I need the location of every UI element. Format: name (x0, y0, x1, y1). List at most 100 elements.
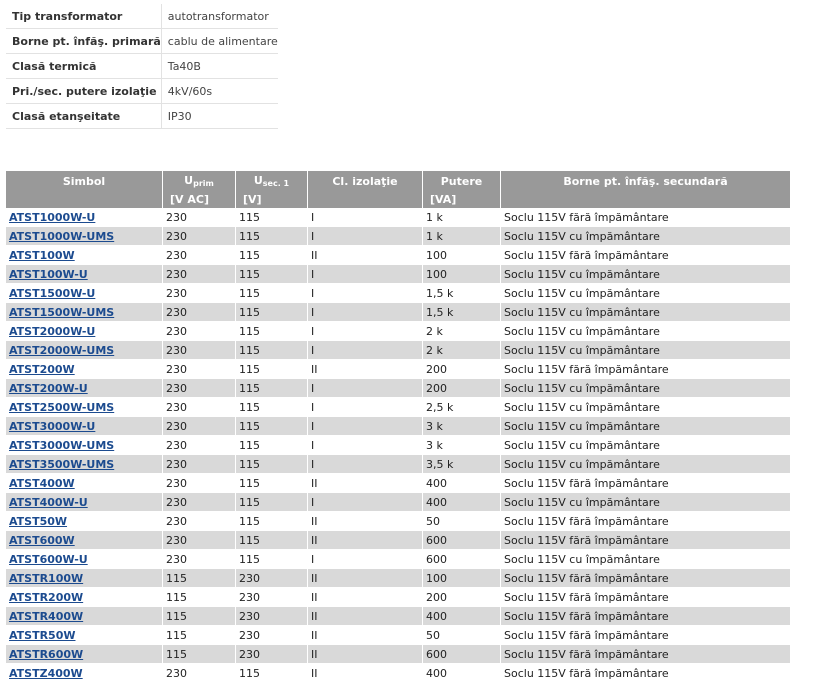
table-row: ATSTR200W 115 230 II 200 Soclu 115V fără împă… (6, 588, 790, 607)
cell-terminals: Soclu 115V fără împământare (501, 474, 790, 493)
cell-insulation: I (308, 455, 423, 474)
cell-power: 1 k (423, 208, 501, 227)
cell-symbol: ATSTZ400W (6, 664, 163, 683)
header-u-prim[interactable]: Uprim (163, 171, 236, 191)
table-row: ATST200W-U 230 115 I 200 Soclu 115V cu împămâ… (6, 379, 790, 398)
cell-symbol: ATST3500W-UMS (6, 455, 163, 474)
cell-insulation: II (308, 474, 423, 493)
cell-insulation: I (308, 284, 423, 303)
spec-row: Tip transformator autotransformator (6, 4, 278, 29)
product-link[interactable]: ATST2000W-UMS (9, 344, 114, 357)
cell-u-prim: 230 (163, 265, 236, 284)
cell-power: 3,5 k (423, 455, 501, 474)
cell-terminals: Soclu 115V cu împământare (501, 493, 790, 512)
table-row: ATST3000W-U 230 115 I 3 k Soclu 115V cu împăm… (6, 417, 790, 436)
spec-label: Tip transformator (6, 4, 162, 29)
header-terminals[interactable]: Borne pt. înfăş. secundară (501, 171, 790, 191)
cell-u-sec: 115 (236, 227, 308, 246)
cell-insulation: I (308, 398, 423, 417)
cell-terminals: Soclu 115V cu împământare (501, 303, 790, 322)
product-link[interactable]: ATSTR400W (9, 610, 83, 623)
cell-u-sec: 115 (236, 360, 308, 379)
cell-symbol: ATSTR100W (6, 569, 163, 588)
cell-power: 50 (423, 512, 501, 531)
product-link[interactable]: ATST400W (9, 477, 75, 490)
unit-power: [VA] (423, 191, 501, 208)
product-link[interactable]: ATSTR50W (9, 629, 76, 642)
product-link[interactable]: ATST1500W-U (9, 287, 95, 300)
product-link[interactable]: ATST1000W-UMS (9, 230, 114, 243)
units-row: [V AC] [V] [VA] (6, 191, 790, 208)
cell-u-sec: 115 (236, 284, 308, 303)
cell-power: 1,5 k (423, 303, 501, 322)
cell-insulation: I (308, 436, 423, 455)
cell-u-sec: 115 (236, 664, 308, 683)
product-link[interactable]: ATST1000W-U (9, 211, 95, 224)
product-link[interactable]: ATST400W-U (9, 496, 88, 509)
product-link[interactable]: ATST1500W-UMS (9, 306, 114, 319)
header-insulation[interactable]: Cl. izolaţie (308, 171, 423, 191)
cell-u-prim: 230 (163, 284, 236, 303)
cell-u-prim: 115 (163, 645, 236, 664)
cell-terminals: Soclu 115V fără împământare (501, 531, 790, 550)
product-link[interactable]: ATST2000W-U (9, 325, 95, 338)
table-row: ATST2000W-U 230 115 I 2 k Soclu 115V cu împăm… (6, 322, 790, 341)
product-link[interactable]: ATST100W-U (9, 268, 88, 281)
product-link[interactable]: ATSTR200W (9, 591, 83, 604)
cell-insulation: II (308, 664, 423, 683)
cell-insulation: II (308, 512, 423, 531)
cell-u-prim: 115 (163, 607, 236, 626)
cell-u-prim: 230 (163, 493, 236, 512)
spec-label: Borne pt. înfăş. primară (6, 28, 162, 54)
product-link[interactable]: ATST2500W-UMS (9, 401, 114, 414)
spec-table-body: Tip transformator autotransformator Born… (6, 4, 278, 129)
cell-u-prim: 230 (163, 455, 236, 474)
cell-symbol: ATST100W (6, 246, 163, 265)
header-symbol[interactable]: Simbol (6, 171, 163, 191)
cell-power: 600 (423, 550, 501, 569)
cell-symbol: ATST3000W-UMS (6, 436, 163, 455)
cell-terminals: Soclu 115V fără împământare (501, 512, 790, 531)
product-link[interactable]: ATST3500W-UMS (9, 458, 114, 471)
cell-insulation: II (308, 645, 423, 664)
cell-symbol: ATST200W (6, 360, 163, 379)
product-link[interactable]: ATST3000W-U (9, 420, 95, 433)
product-link[interactable]: ATST200W-U (9, 382, 88, 395)
header-power[interactable]: Putere (423, 171, 501, 191)
cell-terminals: Soclu 115V cu împământare (501, 455, 790, 474)
header-row: Simbol Uprim Usec. 1 Cl. izolaţie Putere… (6, 171, 790, 191)
cell-u-prim: 115 (163, 569, 236, 588)
cell-symbol: ATSTR400W (6, 607, 163, 626)
cell-u-sec: 230 (236, 588, 308, 607)
table-row: ATSTZ400W 230 115 II 400 Soclu 115V fără împă… (6, 664, 790, 683)
cell-terminals: Soclu 115V fără împământare (501, 360, 790, 379)
cell-u-sec: 230 (236, 626, 308, 645)
product-link[interactable]: ATST100W (9, 249, 75, 262)
cell-terminals: Soclu 115V fără împământare (501, 569, 790, 588)
product-link[interactable]: ATST600W-U (9, 553, 88, 566)
cell-terminals: Soclu 115V cu împământare (501, 417, 790, 436)
product-link[interactable]: ATSTR600W (9, 648, 83, 661)
cell-insulation: I (308, 379, 423, 398)
table-row: ATST2500W-UMS 230 115 I 2,5 k Soclu 115V cu î… (6, 398, 790, 417)
table-row: ATST1500W-UMS 230 115 I 1,5 k Soclu 115V cu î… (6, 303, 790, 322)
header-u-prim-main: U (184, 174, 194, 187)
table-row: ATST1000W-U 230 115 I 1 k Soclu 115V fără împ… (6, 208, 790, 227)
spec-row: Borne pt. înfăş. primară cablu de alimen… (6, 28, 278, 54)
cell-u-prim: 230 (163, 550, 236, 569)
product-link[interactable]: ATSTR100W (9, 572, 83, 585)
product-link[interactable]: ATST200W (9, 363, 75, 376)
unit-terminals (501, 191, 790, 208)
cell-terminals: Soclu 115V fără împământare (501, 246, 790, 265)
cell-symbol: ATST1000W-UMS (6, 227, 163, 246)
cell-u-sec: 115 (236, 208, 308, 227)
product-link[interactable]: ATST50W (9, 515, 67, 528)
product-link[interactable]: ATSTZ400W (9, 667, 83, 680)
cell-terminals: Soclu 115V cu împământare (501, 322, 790, 341)
table-row: ATST3000W-UMS 230 115 I 3 k Soclu 115V cu împ… (6, 436, 790, 455)
cell-power: 100 (423, 265, 501, 284)
product-link[interactable]: ATST3000W-UMS (9, 439, 114, 452)
product-link[interactable]: ATST600W (9, 534, 75, 547)
header-u-sec[interactable]: Usec. 1 (236, 171, 308, 191)
cell-u-sec: 230 (236, 569, 308, 588)
